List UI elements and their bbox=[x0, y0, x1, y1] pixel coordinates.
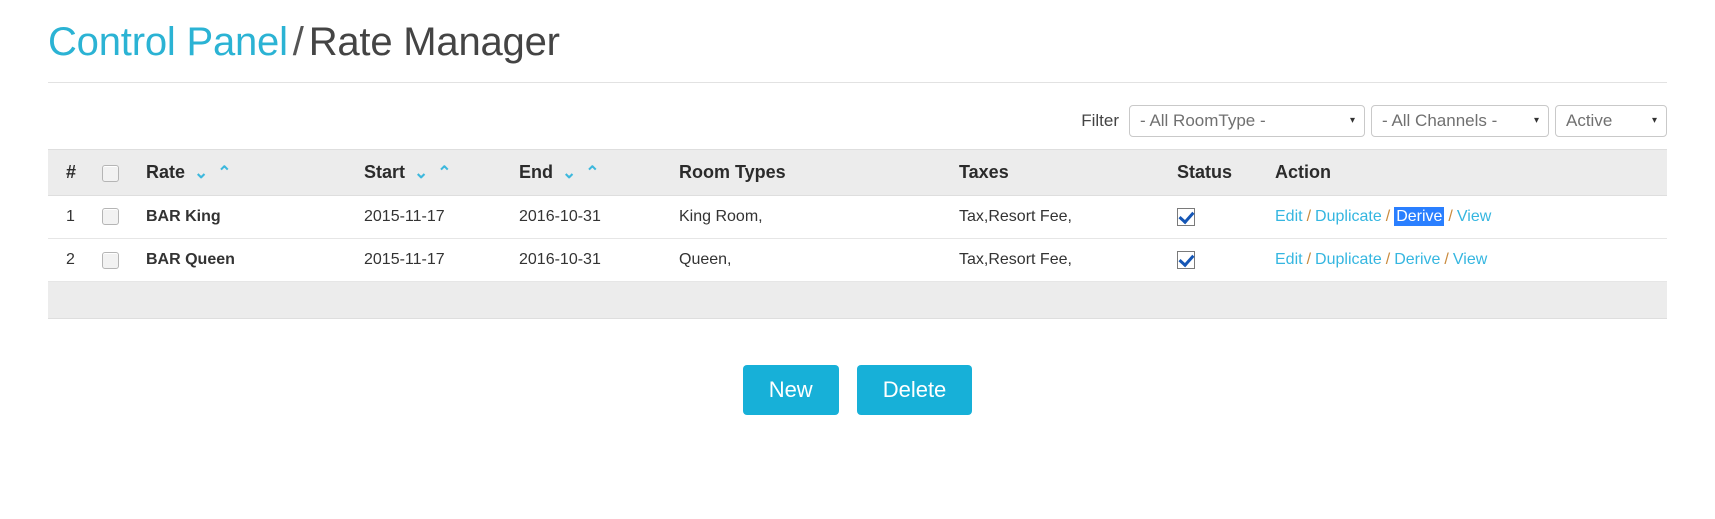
row-taxes: Tax,Resort Fee, bbox=[959, 195, 1177, 240]
action-link-edit[interactable]: Edit bbox=[1275, 251, 1303, 268]
action-separator: / bbox=[1385, 208, 1391, 226]
chevron-down-icon: ▾ bbox=[1533, 115, 1539, 126]
column-header-start: Start ⌄ ⌃ bbox=[364, 149, 519, 196]
channels-filter-select[interactable]: - All Channels - ▾ bbox=[1371, 105, 1549, 137]
column-header-rate-label: Rate bbox=[146, 162, 186, 182]
row-room-types: Queen, bbox=[679, 238, 959, 283]
column-header-action: Action bbox=[1275, 149, 1667, 196]
roomtype-filter-value: - All RoomType - bbox=[1140, 111, 1266, 130]
action-separator: / bbox=[1306, 251, 1312, 269]
row-actions: Edit / Duplicate / Derive / View bbox=[1275, 238, 1667, 283]
action-link-view[interactable]: View bbox=[1457, 208, 1491, 225]
rate-table: # Rate ⌄ ⌃ Start ⌄ ⌃ End ⌄ ⌃ Room Types … bbox=[48, 149, 1667, 320]
column-header-end-label: End bbox=[519, 162, 553, 182]
breadcrumb-separator: / bbox=[292, 20, 304, 64]
action-separator: / bbox=[1448, 208, 1453, 226]
status-filter-value: Active bbox=[1566, 111, 1613, 130]
row-rate-name: BAR Queen bbox=[146, 238, 364, 283]
row-number: 1 bbox=[48, 195, 102, 240]
row-status-cell bbox=[1177, 238, 1275, 283]
column-header-rate: Rate ⌄ ⌃ bbox=[146, 149, 364, 196]
column-header-end: End ⌄ ⌃ bbox=[519, 149, 679, 196]
row-end-date: 2016-10-31 bbox=[519, 195, 679, 240]
row-start-date: 2015-11-17 bbox=[364, 238, 519, 283]
table-footer-cell bbox=[48, 281, 1667, 320]
row-select-checkbox[interactable] bbox=[102, 208, 119, 226]
action-link-edit[interactable]: Edit bbox=[1275, 208, 1303, 225]
action-separator: / bbox=[1444, 251, 1449, 269]
row-select-cell bbox=[102, 195, 146, 240]
column-header-select-all bbox=[102, 149, 146, 196]
new-button[interactable]: New bbox=[742, 365, 839, 416]
status-checked-icon[interactable] bbox=[1177, 208, 1195, 226]
channels-filter-value: - All Channels - bbox=[1382, 111, 1498, 130]
sort-descending-icon[interactable]: ⌄ bbox=[414, 164, 428, 181]
sort-descending-icon[interactable]: ⌄ bbox=[194, 164, 208, 181]
breadcrumb-link-control-panel[interactable]: Control Panel bbox=[48, 20, 288, 64]
action-link-duplicate[interactable]: Duplicate bbox=[1315, 208, 1382, 225]
button-bar: New Delete bbox=[48, 319, 1667, 416]
column-header-start-label: Start bbox=[364, 162, 406, 182]
sort-descending-icon[interactable]: ⌄ bbox=[562, 164, 576, 181]
table-row: 2 BAR Queen 2015-11-17 2016-10-31 Queen,… bbox=[48, 238, 1667, 283]
table-footer-row bbox=[48, 281, 1667, 320]
sort-ascending-icon[interactable]: ⌃ bbox=[437, 164, 451, 181]
action-separator: / bbox=[1306, 208, 1312, 226]
row-rate-name: BAR King bbox=[146, 195, 364, 240]
status-filter-select[interactable]: Active ▾ bbox=[1555, 105, 1667, 137]
table-body: 1 BAR King 2015-11-17 2016-10-31 King Ro… bbox=[48, 195, 1667, 320]
row-start-date: 2015-11-17 bbox=[364, 195, 519, 240]
sort-ascending-icon[interactable]: ⌃ bbox=[585, 164, 599, 181]
page-title: Rate Manager bbox=[308, 20, 560, 64]
row-room-types: King Room, bbox=[679, 195, 959, 240]
action-link-derive[interactable]: Derive bbox=[1394, 207, 1445, 227]
page-header: Control Panel / Rate Manager bbox=[48, 0, 1667, 82]
row-actions: Edit / Duplicate / Derive / View bbox=[1275, 195, 1667, 240]
delete-button[interactable]: Delete bbox=[856, 365, 973, 416]
row-select-cell bbox=[102, 238, 146, 283]
row-number: 2 bbox=[48, 238, 102, 283]
row-status-cell bbox=[1177, 195, 1275, 240]
action-link-group-1: Edit / Duplicate / Derive / View bbox=[1275, 251, 1487, 268]
column-header-number: # bbox=[48, 149, 102, 196]
status-checked-icon[interactable] bbox=[1177, 251, 1195, 270]
sort-ascending-icon[interactable]: ⌃ bbox=[217, 164, 231, 181]
column-header-taxes: Taxes bbox=[959, 149, 1177, 196]
action-link-duplicate[interactable]: Duplicate bbox=[1315, 251, 1382, 268]
select-all-checkbox[interactable] bbox=[102, 164, 119, 182]
column-header-room-types: Room Types bbox=[679, 149, 959, 196]
breadcrumb: Control Panel / Rate Manager bbox=[48, 16, 1667, 68]
chevron-down-icon: ▾ bbox=[1651, 115, 1657, 126]
row-taxes: Tax,Resort Fee, bbox=[959, 238, 1177, 283]
filter-bar: Filter - All RoomType - ▾ - All Channels… bbox=[48, 83, 1667, 149]
row-end-date: 2016-10-31 bbox=[519, 238, 679, 283]
action-link-view[interactable]: View bbox=[1453, 251, 1487, 268]
table-header-row: # Rate ⌄ ⌃ Start ⌄ ⌃ End ⌄ ⌃ Room Types … bbox=[48, 149, 1667, 196]
roomtype-filter-select[interactable]: - All RoomType - ▾ bbox=[1129, 105, 1365, 137]
chevron-down-icon: ▾ bbox=[1349, 115, 1355, 126]
action-separator: / bbox=[1385, 251, 1391, 269]
action-link-derive[interactable]: Derive bbox=[1394, 251, 1440, 268]
filter-label: Filter bbox=[1081, 111, 1119, 130]
table-row: 1 BAR King 2015-11-17 2016-10-31 King Ro… bbox=[48, 195, 1667, 240]
action-link-group-0: Edit / Duplicate / Derive / View bbox=[1275, 207, 1491, 227]
column-header-status: Status bbox=[1177, 149, 1275, 196]
rate-manager-page: Control Panel / Rate Manager Filter - All … bbox=[0, 0, 1715, 519]
table-header: # Rate ⌄ ⌃ Start ⌄ ⌃ End ⌄ ⌃ Room Types … bbox=[48, 149, 1667, 196]
row-select-checkbox[interactable] bbox=[102, 251, 119, 269]
